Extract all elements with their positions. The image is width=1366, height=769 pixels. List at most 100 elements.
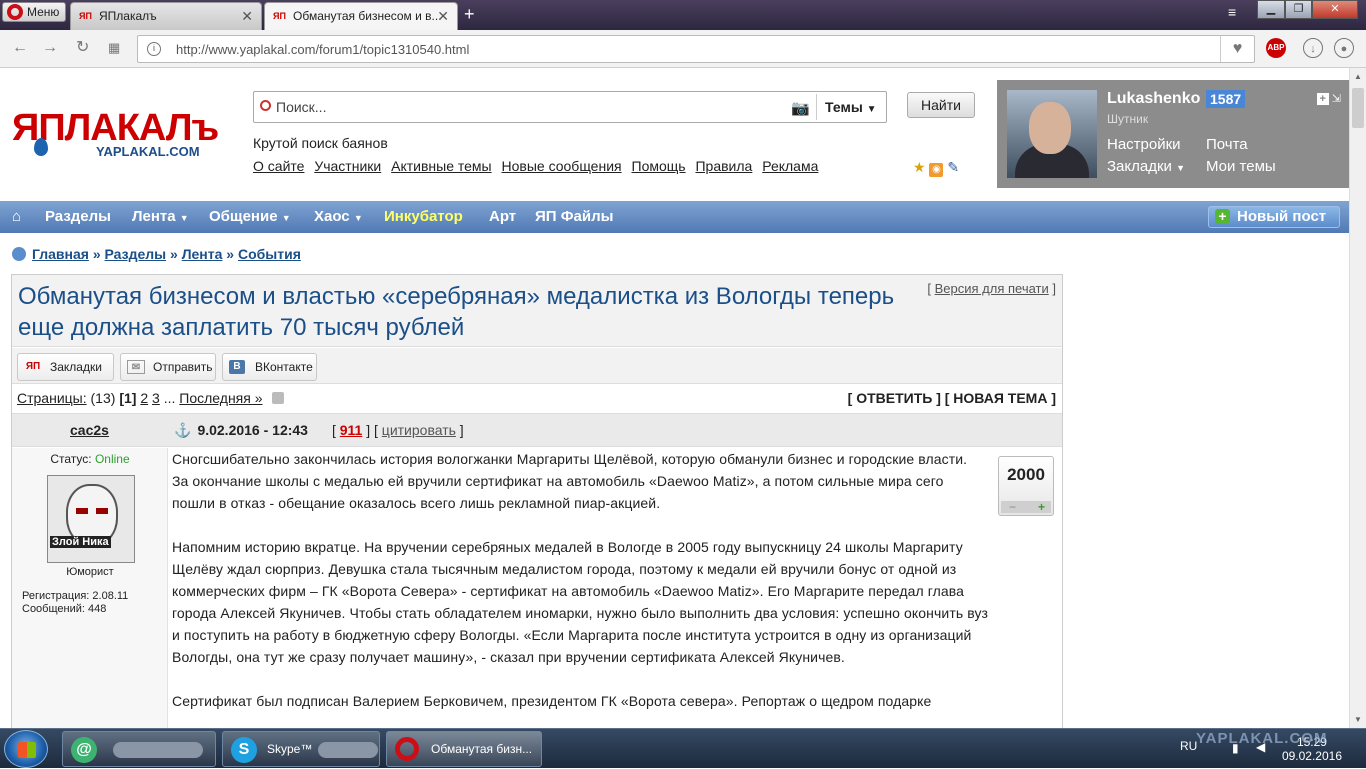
- browser-tab-bar: Меню ЯП ЯПлакалъ ✕ ЯП Обманутая бизнесом и …: [0, 0, 1366, 30]
- browser-tab-active[interactable]: ЯП Обманутая бизнесом и в... ✕: [264, 2, 458, 30]
- search-button[interactable]: Найти: [907, 92, 975, 118]
- download-icon[interactable]: ↓: [1303, 38, 1323, 58]
- plus-icon[interactable]: +: [1038, 501, 1045, 513]
- url-field[interactable]: i http://www.yaplakal.com/forum1/topic13…: [137, 35, 1255, 63]
- crumb-feed[interactable]: Лента: [182, 246, 223, 262]
- camera-icon[interactable]: 📷: [791, 99, 810, 117]
- page-2-link[interactable]: 2: [140, 390, 148, 406]
- speed-dial-icon[interactable]: ▦: [108, 39, 120, 57]
- reload-icon[interactable]: ↻: [76, 39, 89, 57]
- page-jump-icon[interactable]: [272, 392, 285, 404]
- link-new-messages[interactable]: Новые сообщения: [502, 158, 622, 174]
- site-logo[interactable]: ЯПЛАКАЛъ YAPLAKAL.COM: [12, 108, 232, 168]
- link-ads[interactable]: Реклама: [762, 158, 818, 174]
- my-topics-link[interactable]: Мои темы: [1206, 158, 1276, 175]
- search-input[interactable]: Поиск...: [276, 99, 326, 115]
- send-label: Отправить: [153, 360, 213, 374]
- star-icon[interactable]: ★: [913, 159, 926, 175]
- crumb-events[interactable]: События: [238, 246, 301, 262]
- new-tab-button[interactable]: +: [464, 4, 475, 24]
- pencil-icon[interactable]: ✎: [947, 159, 959, 175]
- nav-incubator[interactable]: Инкубатор: [384, 208, 463, 225]
- adblock-icon[interactable]: ABP: [1266, 38, 1286, 58]
- post-paragraph: Сертификат был подписан Валерием Беркови…: [172, 693, 932, 709]
- taskbar-item-skype[interactable]: S Skype™: [222, 731, 380, 767]
- anchor-icon[interactable]: ⚓: [174, 422, 191, 438]
- last-page-link[interactable]: Последняя »: [179, 390, 262, 406]
- link-about[interactable]: О сайте: [253, 158, 304, 174]
- web-page: ЯПЛАКАЛъ YAPLAKAL.COM Поиск... 📷 Темы ▼ …: [0, 68, 1349, 728]
- back-icon[interactable]: ←: [12, 39, 28, 57]
- print-version-link[interactable]: Версия для печати: [935, 281, 1049, 296]
- reply-new-topic[interactable]: [ ОТВЕТИТЬ ] [ НОВАЯ ТЕМА ]: [848, 390, 1056, 406]
- site-info-icon[interactable]: i: [147, 42, 161, 56]
- logout-icon[interactable]: ⇲: [1332, 93, 1341, 105]
- close-window-icon[interactable]: ✕: [1312, 0, 1358, 19]
- quote-link[interactable]: цитировать: [382, 422, 456, 438]
- watermark: YAPLAKAL.COM: [1196, 730, 1328, 747]
- link-active-topics[interactable]: Активные темы: [391, 158, 492, 174]
- taskbar-item-opera[interactable]: Обманутая бизн...: [386, 731, 542, 767]
- pages-count: (13): [90, 390, 116, 406]
- post-number[interactable]: 911: [340, 422, 363, 438]
- clock-date: 09.02.2016: [1281, 749, 1342, 763]
- nav-files[interactable]: ЯП Файлы: [535, 208, 613, 225]
- post-rating: 2000 − +: [998, 456, 1054, 516]
- close-tab-icon[interactable]: ✕: [241, 3, 253, 29]
- tab-menu-icon[interactable]: ≡: [1228, 4, 1236, 20]
- post-author[interactable]: cac2s: [70, 422, 109, 438]
- link-rules[interactable]: Правила: [695, 158, 752, 174]
- chevron-down-icon: ▼: [281, 213, 291, 223]
- home-icon[interactable]: ⌂: [12, 208, 21, 225]
- nav-sections[interactable]: Разделы: [45, 208, 111, 225]
- minimize-icon[interactable]: ▁: [1257, 0, 1285, 19]
- page-scrollbar[interactable]: ▲ ▼: [1349, 68, 1366, 728]
- bookmarks-share-button[interactable]: ЯП Закладки: [17, 353, 114, 381]
- user-name[interactable]: Lukashenko: [1107, 90, 1200, 108]
- account-icon[interactable]: ●: [1334, 38, 1354, 58]
- send-button[interactable]: ✉ Отправить: [120, 353, 216, 381]
- minus-icon[interactable]: −: [1009, 501, 1016, 513]
- nav-chat[interactable]: Общение ▼: [209, 208, 291, 225]
- skype-icon: S: [231, 737, 257, 763]
- user-avatar[interactable]: [1007, 90, 1097, 178]
- maximize-icon[interactable]: ❐: [1285, 0, 1312, 19]
- author-info: Статус: Online Злой Ника Юморист Регистр…: [12, 448, 168, 728]
- vk-share-button[interactable]: В ВКонтакте: [222, 353, 317, 381]
- scroll-down-icon[interactable]: ▼: [1354, 715, 1362, 724]
- browser-tab[interactable]: ЯП ЯПлакалъ ✕: [70, 2, 262, 30]
- link-help[interactable]: Помощь: [632, 158, 686, 174]
- link-members[interactable]: Участники: [314, 158, 381, 174]
- nav-feed-label: Лента: [132, 208, 176, 225]
- scroll-thumb[interactable]: [1352, 88, 1364, 128]
- bookmark-heart-icon[interactable]: ♥: [1220, 36, 1254, 62]
- search-scope-select[interactable]: Темы ▼: [816, 94, 886, 120]
- reputation-badge[interactable]: 1587: [1206, 90, 1246, 108]
- add-icon[interactable]: +: [1316, 93, 1329, 105]
- windows-logo-icon: [18, 742, 36, 758]
- nav-feed[interactable]: Лента ▼: [132, 208, 189, 225]
- forward-icon[interactable]: →: [42, 39, 58, 57]
- new-post-button[interactable]: + Новый пост: [1208, 206, 1340, 228]
- nav-chaos[interactable]: Хаос ▼: [314, 208, 363, 225]
- rss-icon[interactable]: ◉: [929, 163, 944, 177]
- crumb-home[interactable]: Главная: [32, 246, 89, 262]
- crumb-sections[interactable]: Разделы: [105, 246, 167, 262]
- window-controls: ▁ ❐ ✕: [1257, 0, 1358, 20]
- taskbar-item-icq[interactable]: @: [62, 731, 216, 767]
- close-tab-icon[interactable]: ✕: [437, 3, 449, 29]
- start-button[interactable]: [4, 730, 48, 768]
- post-paragraph: Сногсшибательно закончилась история воло…: [172, 451, 968, 511]
- task-label: Обманутая бизн...: [431, 742, 533, 756]
- nav-art[interactable]: Арт: [489, 208, 516, 225]
- author-avatar[interactable]: Злой Ника: [47, 475, 135, 563]
- pages-label[interactable]: Страницы:: [17, 390, 87, 406]
- bookmarks-link[interactable]: Закладки ▼: [1107, 158, 1185, 175]
- browser-menu-button[interactable]: Меню: [2, 2, 66, 22]
- page-3-link[interactable]: 3: [152, 390, 160, 406]
- settings-link[interactable]: Настройки: [1107, 136, 1181, 153]
- scroll-up-icon[interactable]: ▲: [1354, 72, 1362, 81]
- topic-title: Обманутая бизнесом и властью «серебряная…: [18, 283, 895, 341]
- language-indicator[interactable]: RU: [1180, 739, 1197, 753]
- mail-link[interactable]: Почта: [1206, 136, 1248, 153]
